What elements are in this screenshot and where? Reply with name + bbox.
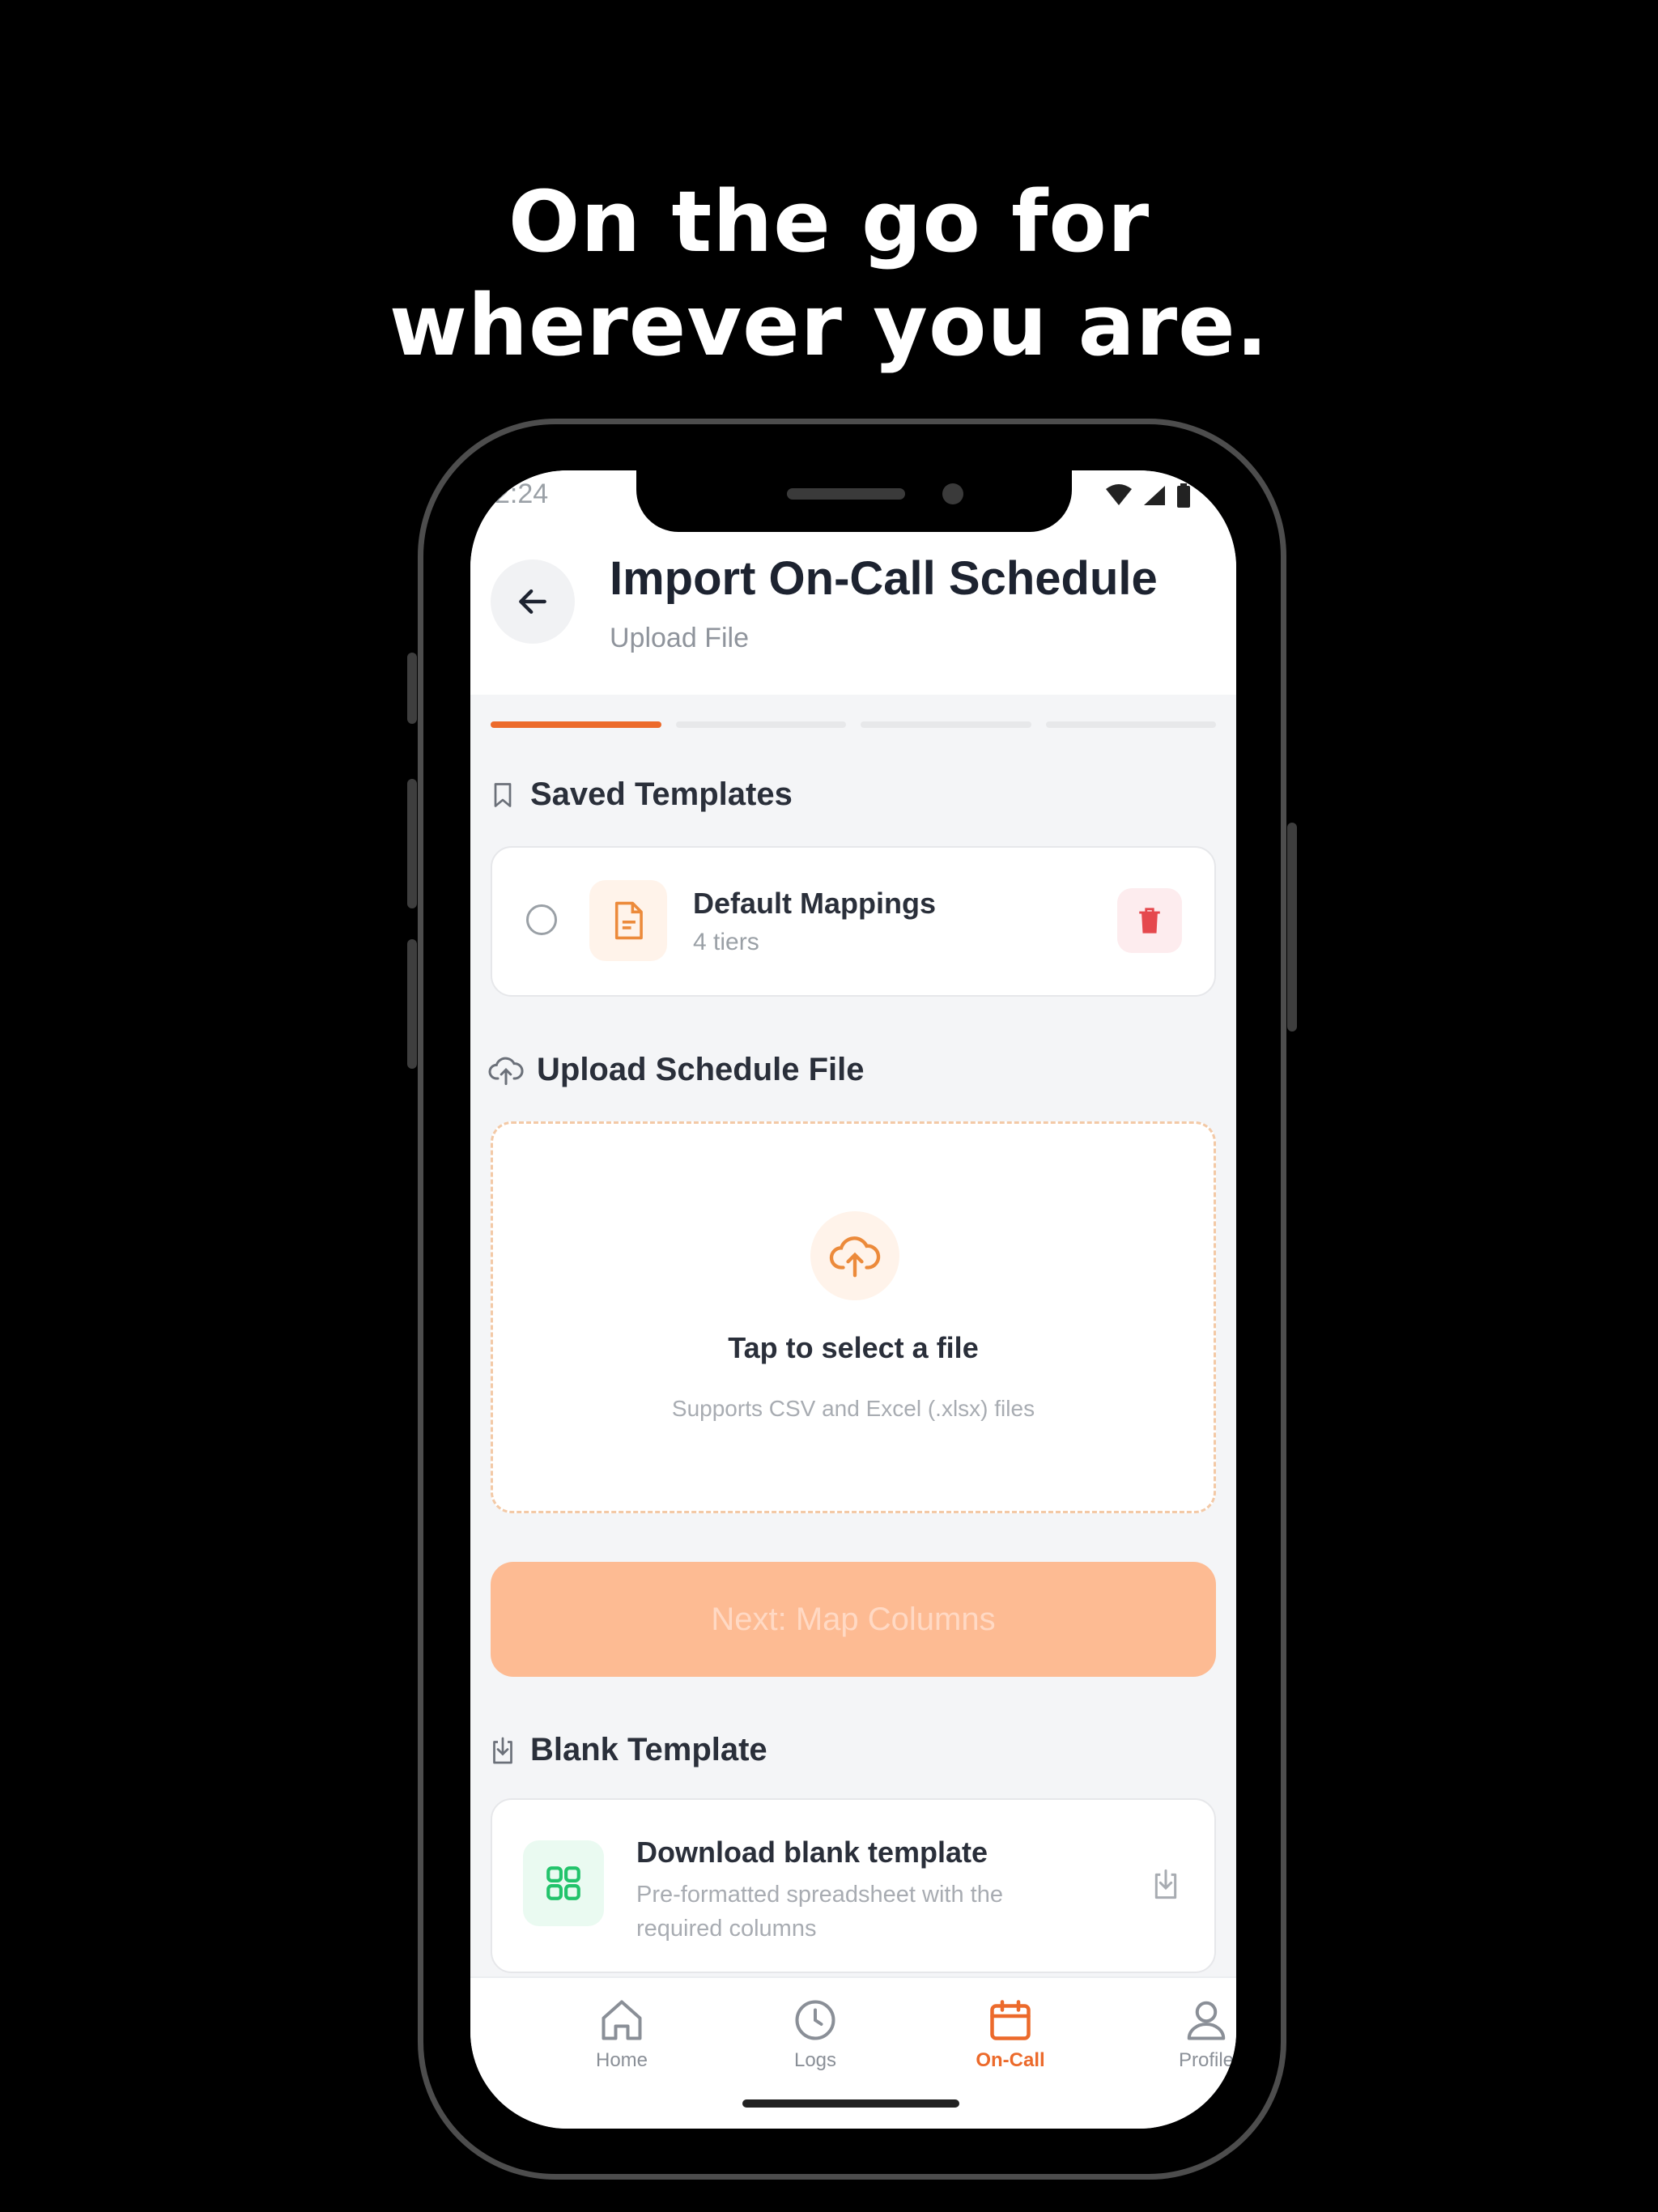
tap-to-select-text: Tap to select a file	[728, 1331, 979, 1364]
clock-icon	[795, 2000, 835, 2040]
home-indicator	[742, 2099, 959, 2108]
trash-icon	[1139, 908, 1160, 934]
phone-power-button	[1287, 823, 1297, 1032]
download-template-description: Pre-formatted spreadsheet with the requi…	[636, 1882, 1003, 1942]
file-doc-icon	[589, 880, 667, 961]
upload-schedule-heading: Upload Schedule File	[488, 1052, 865, 1088]
template-card-default-mappings[interactable]: Default Mappings 4 tiers	[491, 846, 1216, 997]
saved-templates-label: Saved Templates	[530, 776, 793, 812]
status-icons	[1105, 483, 1191, 508]
calendar-icon	[990, 2000, 1031, 2040]
tab-home[interactable]: Home	[557, 1996, 687, 2072]
notch-camera	[942, 483, 963, 504]
page-subtitle: Upload File	[610, 623, 749, 653]
phone-volume-up	[407, 779, 417, 908]
progress-step-1	[491, 721, 661, 728]
saved-templates-heading: Saved Templates	[488, 776, 793, 813]
tab-profile-label: Profile	[1178, 2049, 1235, 2071]
status-time: 2:24	[495, 479, 549, 509]
download-icon	[493, 1737, 512, 1763]
supported-formats-text: Supports CSV and Excel (.xlsx) files	[671, 1396, 1035, 1421]
download-template-button[interactable]	[1150, 1866, 1182, 1906]
tab-logs[interactable]: Logs	[750, 1996, 880, 2072]
bookmark-icon	[494, 782, 512, 807]
upload-schedule-label: Upload Schedule File	[537, 1052, 865, 1087]
signal-icon	[1144, 486, 1165, 505]
headline: On the go for wherever you are.	[0, 170, 1658, 377]
wifi-icon	[1106, 484, 1132, 505]
phone-mute-switch	[407, 653, 417, 724]
download-template-title: Download blank template	[636, 1836, 988, 1869]
template-detail: 4 tiers	[693, 929, 759, 955]
progress-step-4	[1045, 721, 1216, 728]
grid-icon	[523, 1840, 604, 1926]
phone-notch	[636, 470, 1072, 532]
phone-screen: 2:24 Import On-Call Schedule Upload File…	[470, 470, 1236, 2129]
phone-volume-down	[407, 939, 417, 1069]
upload-cloud-icon	[810, 1211, 899, 1300]
tab-home-label: Home	[595, 2049, 648, 2071]
download-tray-icon	[1154, 1869, 1177, 1899]
step-progress	[491, 721, 1216, 728]
file-dropzone[interactable]: Tap to select a file Supports CSV and Ex…	[491, 1121, 1216, 1513]
tab-logs-label: Logs	[793, 2049, 837, 2071]
progress-step-2	[675, 721, 846, 728]
blank-template-heading: Blank Template	[488, 1732, 767, 1768]
cloud-upload-icon	[488, 1057, 524, 1085]
page-title: Import On-Call Schedule	[610, 552, 1158, 605]
user-icon	[1187, 2001, 1226, 2040]
template-name: Default Mappings	[693, 887, 937, 920]
arrow-left-icon	[519, 589, 546, 615]
battery-icon	[1177, 483, 1190, 508]
template-radio[interactable]	[526, 904, 557, 935]
progress-step-3	[861, 721, 1031, 728]
tab-profile[interactable]: Profile	[1141, 1996, 1236, 2072]
tab-on-call[interactable]: On-Call	[946, 1996, 1075, 2072]
home-icon	[602, 2000, 642, 2040]
tab-on-call-label: On-Call	[976, 2049, 1045, 2071]
back-button[interactable]	[491, 559, 575, 644]
download-blank-template-card[interactable]: Download blank template Pre-formatted sp…	[491, 1798, 1216, 1973]
headline-line-2: wherever you are.	[389, 276, 1269, 375]
delete-template-button[interactable]	[1117, 888, 1182, 953]
headline-line-1: On the go for	[508, 172, 1150, 271]
notch-speaker	[787, 488, 905, 500]
blank-template-label: Blank Template	[530, 1732, 767, 1767]
next-map-columns-button[interactable]: Next: Map Columns	[491, 1562, 1216, 1677]
